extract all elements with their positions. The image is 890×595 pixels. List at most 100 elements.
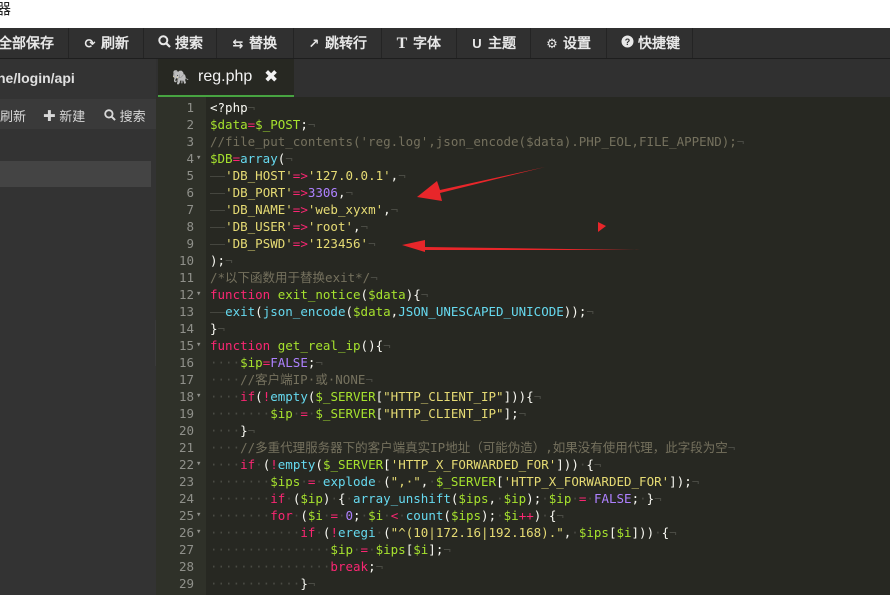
- line-number: 14: [178, 321, 194, 336]
- code-line: ········$ips·=·explode·(",·",·$_SERVER['…: [210, 473, 699, 490]
- new-file-button[interactable]: ✚ 新建: [43, 106, 85, 125]
- window-title: 器: [0, 1, 12, 18]
- code-token: //file_put_contents('reg.log',json_encod…: [210, 134, 737, 149]
- line-number: 15: [178, 338, 194, 353]
- sidebar-refresh-label: 刷新: [0, 109, 27, 124]
- toolbar-divider: [530, 28, 531, 58]
- code-token: ——: [210, 236, 226, 251]
- code-token: ·: [360, 508, 369, 523]
- theme-button[interactable]: U 主题: [469, 28, 516, 58]
- code-token: ])){: [503, 389, 534, 404]
- fold-toggle-icon[interactable]: ▾: [196, 286, 201, 303]
- code-line: ····//多重代理服务器下的客户端真实IP地址（可能伪造）,如果没有使用代理，…: [210, 439, 735, 456]
- line-number: 5: [186, 168, 194, 183]
- goto-line-button[interactable]: ↗ 跳转行: [306, 28, 367, 58]
- code-token: '127.0.0.1': [307, 168, 391, 183]
- code-token: ,: [353, 219, 361, 234]
- code-line: ——'DB_USER'=>'root',¬: [210, 218, 368, 235]
- line-number: 23: [178, 474, 194, 489]
- code-token: $i: [368, 508, 384, 523]
- fold-toggle-icon[interactable]: ▾: [196, 456, 201, 473]
- shortcuts-label: 快捷键: [638, 35, 680, 51]
- settings-button[interactable]: ⚙ 设置: [544, 28, 591, 58]
- code-token: $ip: [503, 491, 527, 506]
- refresh-button[interactable]: ⟳ 刷新: [82, 28, 129, 58]
- code-token: (: [300, 508, 308, 523]
- code-line: function exit_notice($data){¬: [210, 286, 428, 303]
- theme-icon: U: [472, 36, 482, 51]
- code-token: ········: [210, 474, 271, 489]
- line-number: 27: [178, 542, 194, 557]
- shortcuts-button[interactable]: ? 快捷键: [619, 28, 680, 58]
- selected-file-row[interactable]: [0, 161, 151, 187]
- fold-toggle-icon[interactable]: ▾: [196, 507, 201, 524]
- code-token: explode: [322, 474, 376, 489]
- code-token: !: [270, 457, 278, 472]
- sidebar-search-button[interactable]: 搜索: [104, 106, 146, 125]
- code-token: ",·": [390, 474, 421, 489]
- code-token: 'root': [307, 219, 354, 234]
- code-token: $ips: [270, 474, 301, 489]
- code-token: 'DB_HOST': [225, 168, 293, 183]
- search-icon: [104, 109, 116, 124]
- code-line: ················$ip·=·$ips[$i];¬: [210, 541, 451, 558]
- close-icon[interactable]: ✖: [264, 67, 278, 87]
- code-token: }: [300, 576, 308, 591]
- code-token: [: [383, 457, 391, 472]
- line-number: 21: [178, 440, 194, 455]
- code-token: for: [270, 508, 293, 523]
- code-token: (: [315, 457, 323, 472]
- code-line: ····}¬: [210, 422, 255, 439]
- tab-reg-php[interactable]: 🐘 reg.php ✖: [158, 59, 294, 97]
- code-token: ·: [353, 542, 361, 557]
- code-token: ——: [210, 202, 226, 217]
- code-token: ]);: [669, 474, 692, 489]
- code-token: $_POST: [255, 117, 301, 132]
- code-token: ·: [571, 491, 579, 506]
- code-line: ················break;¬: [210, 558, 383, 575]
- code-token: exit_notice: [277, 287, 361, 302]
- title-bar: 器: [0, 0, 890, 28]
- code-token: ));: [563, 304, 587, 319]
- code-token: ····: [210, 389, 241, 404]
- plus-icon: ✚: [43, 108, 56, 125]
- sidebar-refresh-button[interactable]: 刷新: [0, 106, 26, 125]
- code-token: ¬: [533, 389, 542, 404]
- code-token: $i: [307, 508, 323, 523]
- code-editor[interactable]: <?php¬ $data=$_POST;¬//file_put_contents(…: [206, 97, 890, 595]
- code-token: ,: [337, 185, 346, 200]
- code-token: ····: [210, 372, 241, 387]
- code-token: =>: [292, 185, 308, 200]
- code-token: ¬: [654, 491, 662, 506]
- font-label: 字体: [413, 35, 441, 51]
- font-button[interactable]: T 字体: [394, 28, 441, 58]
- code-token: JSON_UNESCAPED_UNICODE: [398, 304, 564, 319]
- code-token: ¬: [247, 423, 256, 438]
- code-token: ·: [496, 508, 504, 523]
- code-token: ;: [353, 508, 361, 523]
- code-token: ¬: [669, 525, 677, 540]
- code-token: (: [255, 389, 263, 404]
- save-all-button[interactable]: 全部保存: [0, 28, 54, 58]
- code-line: ····if(!empty($_SERVER["HTTP_CLIENT_IP"]…: [210, 388, 541, 405]
- code-token: $ips: [375, 542, 406, 557]
- fold-toggle-icon[interactable]: ▾: [196, 524, 201, 541]
- code-token: ·: [255, 457, 263, 472]
- search-icon: [156, 29, 172, 59]
- code-token: /*以下函数用于替换exit*/: [210, 270, 371, 285]
- code-token: ¬: [518, 406, 527, 421]
- search-button[interactable]: 搜索: [156, 28, 203, 58]
- code-line: ——'DB_PORT'=>3306,¬: [210, 184, 353, 201]
- fold-toggle-icon[interactable]: ▾: [196, 150, 201, 167]
- code-line: $DB=array(¬: [210, 150, 293, 167]
- code-token: $ip: [240, 355, 263, 370]
- replace-button[interactable]: ⇆ 替换: [230, 28, 277, 58]
- fold-toggle-icon[interactable]: ▾: [196, 337, 201, 354]
- code-token: ·: [383, 508, 391, 523]
- line-number: 4: [186, 151, 194, 166]
- code-token: 'HTTP_X_FORWARDED_FOR': [503, 474, 670, 489]
- code-line: ····$ip=FALSE;¬: [210, 354, 323, 371]
- code-token: ¬: [365, 372, 373, 387]
- code-token: ················: [210, 542, 331, 557]
- fold-toggle-icon[interactable]: ▾: [196, 388, 201, 405]
